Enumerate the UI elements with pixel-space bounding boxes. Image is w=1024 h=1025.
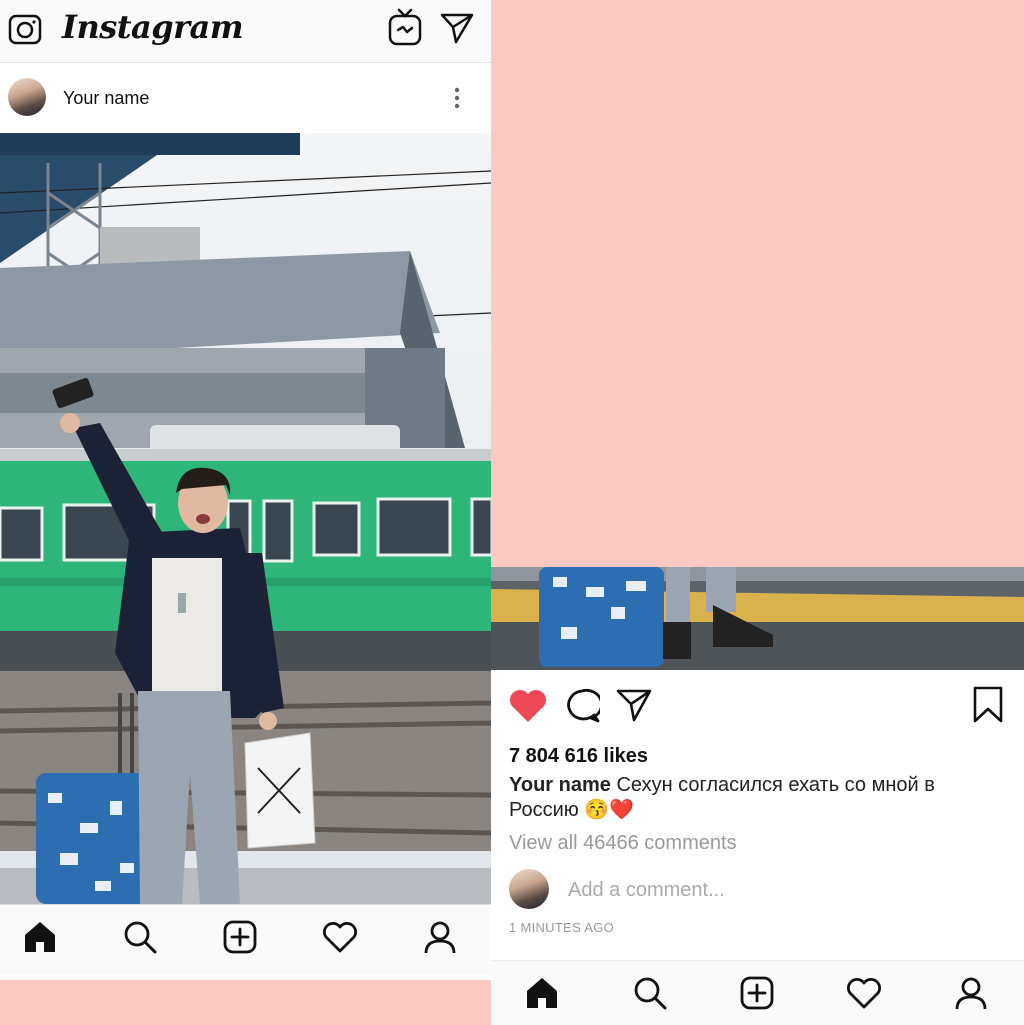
bottom-nav — [0, 904, 491, 975]
bottom-nav-right — [491, 960, 1024, 1025]
camera-icon[interactable] — [8, 12, 42, 46]
caption-username[interactable]: Your name — [509, 774, 611, 796]
avatar[interactable] — [8, 78, 46, 116]
view-comments-link[interactable]: View all 46466 comments — [509, 832, 737, 855]
comment-icon[interactable] — [564, 688, 600, 724]
comment-avatar — [509, 869, 549, 909]
instagram-logo: Instagram — [62, 8, 244, 46]
new-post-icon[interactable] — [739, 975, 775, 1011]
more-options-icon[interactable] — [450, 86, 464, 110]
like-heart-icon[interactable] — [508, 688, 548, 724]
profile-icon[interactable] — [422, 919, 458, 955]
left-screen: Instagram Your name — [0, 0, 491, 980]
likes-count[interactable]: 7 804 616 likes — [509, 745, 648, 768]
home-icon[interactable] — [524, 975, 560, 1011]
activity-heart-icon[interactable] — [846, 977, 882, 1009]
add-comment-input[interactable]: Add a comment... — [568, 879, 725, 902]
activity-heart-icon[interactable] — [322, 921, 358, 953]
bookmark-icon[interactable] — [972, 686, 1004, 724]
search-icon[interactable] — [632, 975, 668, 1011]
igtv-icon[interactable] — [388, 8, 422, 46]
post-timestamp: 1 MINUTES AGO — [509, 920, 615, 935]
post-username[interactable]: Your name — [63, 88, 149, 109]
new-post-icon[interactable] — [222, 919, 258, 955]
post-photo-crop[interactable] — [491, 567, 1024, 670]
profile-icon[interactable] — [953, 975, 989, 1011]
search-icon[interactable] — [122, 919, 158, 955]
home-icon[interactable] — [22, 919, 58, 955]
direct-message-icon[interactable] — [440, 12, 474, 44]
top-bar: Instagram — [0, 0, 491, 63]
caption: Your name Сехун согласился ехать со мной… — [509, 773, 989, 823]
post-photo[interactable] — [0, 133, 491, 904]
share-icon[interactable] — [616, 688, 652, 722]
